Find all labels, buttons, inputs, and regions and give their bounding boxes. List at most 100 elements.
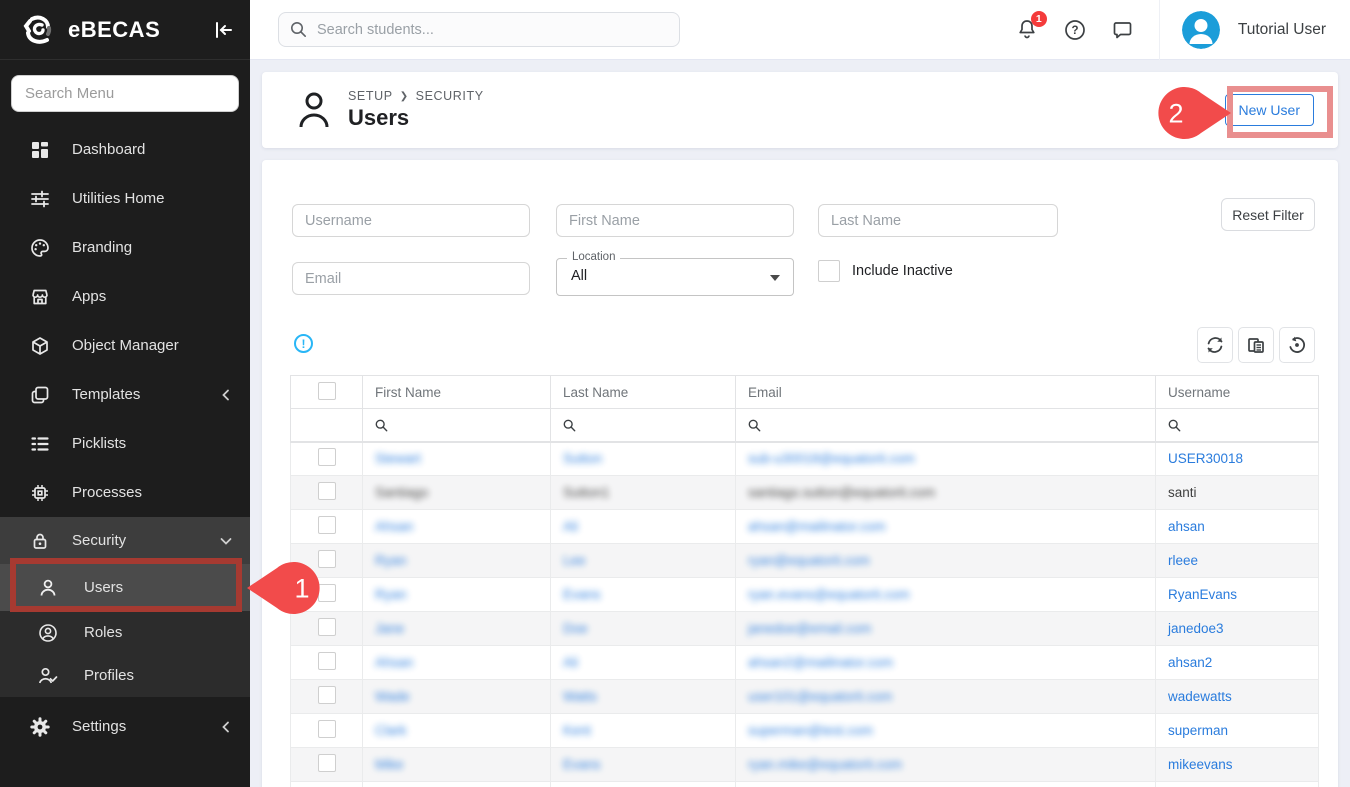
cell-last-name[interactable]: Sutton1 [563,485,610,500]
avatar[interactable] [1182,11,1220,49]
cell-email[interactable]: ryan.evans@equatorit.com [748,587,910,602]
cell-username[interactable]: santi [1168,485,1197,500]
sidebar-item-label: Object Manager [72,337,234,354]
table-row: Clark Kent superman@test.com superman [291,714,1319,748]
cell-last-name[interactable]: Evans [563,757,601,772]
cell-last-name[interactable]: Evans [563,587,601,602]
sidebar-item-apps[interactable]: Apps [0,272,250,321]
row-checkbox[interactable] [318,720,336,738]
breadcrumb-security[interactable]: SECURITY [416,89,484,103]
cell-first-name[interactable]: Ahsan [375,655,413,670]
notifications-button[interactable]: 1 [1015,18,1039,42]
cell-username[interactable]: janedoe3 [1168,621,1224,636]
reset-filter-button[interactable]: Reset Filter [1221,198,1315,231]
cell-last-name[interactable]: Watts [563,689,597,704]
row-checkbox[interactable] [318,448,336,466]
cell-email[interactable]: superman@test.com [748,723,873,738]
cell-email[interactable]: santiago.sutton@equatorit.com [748,485,935,500]
cell-first-name[interactable]: Jane [375,621,404,636]
cell-email[interactable]: janedoe@email.com [748,621,871,636]
cell-first-name[interactable]: Ryan [375,553,407,568]
table-row: Ryan Evans ryan.evans@equatorit.com Ryan… [291,578,1319,612]
cell-email[interactable]: ryan@equatorit.com [748,553,870,568]
cell-first-name[interactable]: Mike [375,757,404,772]
cell-last-name[interactable]: Sutton [563,451,602,466]
cell-first-name[interactable]: Ahsan [375,519,413,534]
column-search-email[interactable] [736,409,1156,442]
cell-username[interactable]: RyanEvans [1168,587,1237,602]
column-search-last-name[interactable] [551,409,736,442]
row-checkbox[interactable] [318,482,336,500]
sidebar-item-object-manager[interactable]: Object Manager [0,321,250,370]
column-header-last-name[interactable]: Last Name [551,376,736,409]
cell-username[interactable]: ahsan [1168,519,1205,534]
cell-username[interactable]: mikeevans [1168,757,1233,772]
cell-last-name[interactable]: Ali [563,655,578,670]
sidebar-item-templates[interactable]: Templates [0,370,250,419]
info-icon[interactable]: ! [294,334,313,353]
include-inactive-checkbox[interactable] [818,260,840,282]
column-header-email[interactable]: Email [736,376,1156,409]
location-select[interactable]: Location All [556,258,794,296]
cell-last-name[interactable]: Ali [563,519,578,534]
cell-username[interactable]: ahsan2 [1168,655,1212,670]
sidebar-item-roles[interactable]: Roles [0,611,250,654]
filter-last-name-input[interactable] [818,204,1058,237]
row-checkbox[interactable] [318,686,336,704]
cell-first-name[interactable]: Stewart [375,451,421,466]
cell-last-name[interactable]: Kent [563,723,591,738]
cell-email[interactable]: ahsan2@mailinator.com [748,655,893,670]
row-checkbox[interactable] [318,652,336,670]
cell-email[interactable]: ryan.mike@equatorit.com [748,757,902,772]
cell-last-name[interactable]: Doe [563,621,588,636]
chat-button[interactable] [1111,18,1135,42]
cell-email[interactable]: sub-u30018@equatorit.com [748,451,915,466]
row-checkbox[interactable] [318,516,336,534]
filter-email-input[interactable] [292,262,530,295]
sidebar-item-branding[interactable]: Branding [0,223,250,272]
breadcrumb-setup[interactable]: SETUP [348,89,393,103]
sidebar-item-label: Dashboard [72,141,234,158]
cell-username[interactable]: USER30018 [1168,451,1243,466]
person-check-icon [38,666,58,686]
include-inactive-control[interactable]: Include Inactive [818,260,953,282]
cell-email[interactable]: ahsan@mailinator.com [748,519,886,534]
include-inactive-label: Include Inactive [852,263,953,279]
cell-last-name[interactable]: Lee [563,553,586,568]
sidebar-search-input[interactable] [11,75,239,112]
column-header-username[interactable]: Username [1156,376,1319,409]
select-all-checkbox[interactable] [318,382,336,400]
sidebar-item-picklists[interactable]: Picklists [0,419,250,468]
user-name[interactable]: Tutorial User [1238,21,1326,39]
sliders-icon [30,189,50,209]
column-header-first-name[interactable]: First Name [363,376,551,409]
dashboard-icon [30,140,50,160]
sidebar-item-profiles[interactable]: Profiles [0,654,250,697]
sidebar-item-settings[interactable]: Settings [0,702,250,751]
filter-first-name-input[interactable] [556,204,794,237]
filter-username-input[interactable] [292,204,530,237]
ebecas-logo-icon [20,12,56,48]
row-checkbox[interactable] [318,618,336,636]
student-search-input[interactable] [278,12,680,47]
sidebar-item-security[interactable]: Security [0,517,250,564]
copy-grid-button[interactable] [1238,327,1274,363]
refresh-button[interactable] [1197,327,1233,363]
cell-username[interactable]: rleee [1168,553,1198,568]
cell-email[interactable]: user101@equatorit.com [748,689,892,704]
row-checkbox[interactable] [318,754,336,772]
sidebar-item-processes[interactable]: Processes [0,468,250,517]
cell-first-name[interactable]: Santiago [375,485,428,500]
sidebar-item-dashboard[interactable]: Dashboard [0,125,250,174]
cell-first-name[interactable]: Clark [375,723,407,738]
collapse-sidebar-icon[interactable] [212,18,236,42]
column-search-username[interactable] [1156,409,1319,442]
cell-username[interactable]: wadewatts [1168,689,1232,704]
cell-username[interactable]: superman [1168,723,1228,738]
cell-first-name[interactable]: Ryan [375,587,407,602]
cell-first-name[interactable]: Wade [375,689,410,704]
help-button[interactable]: ? [1063,18,1087,42]
column-search-first-name[interactable] [363,409,551,442]
restore-history-button[interactable] [1279,327,1315,363]
sidebar-item-utilities-home[interactable]: Utilities Home [0,174,250,223]
